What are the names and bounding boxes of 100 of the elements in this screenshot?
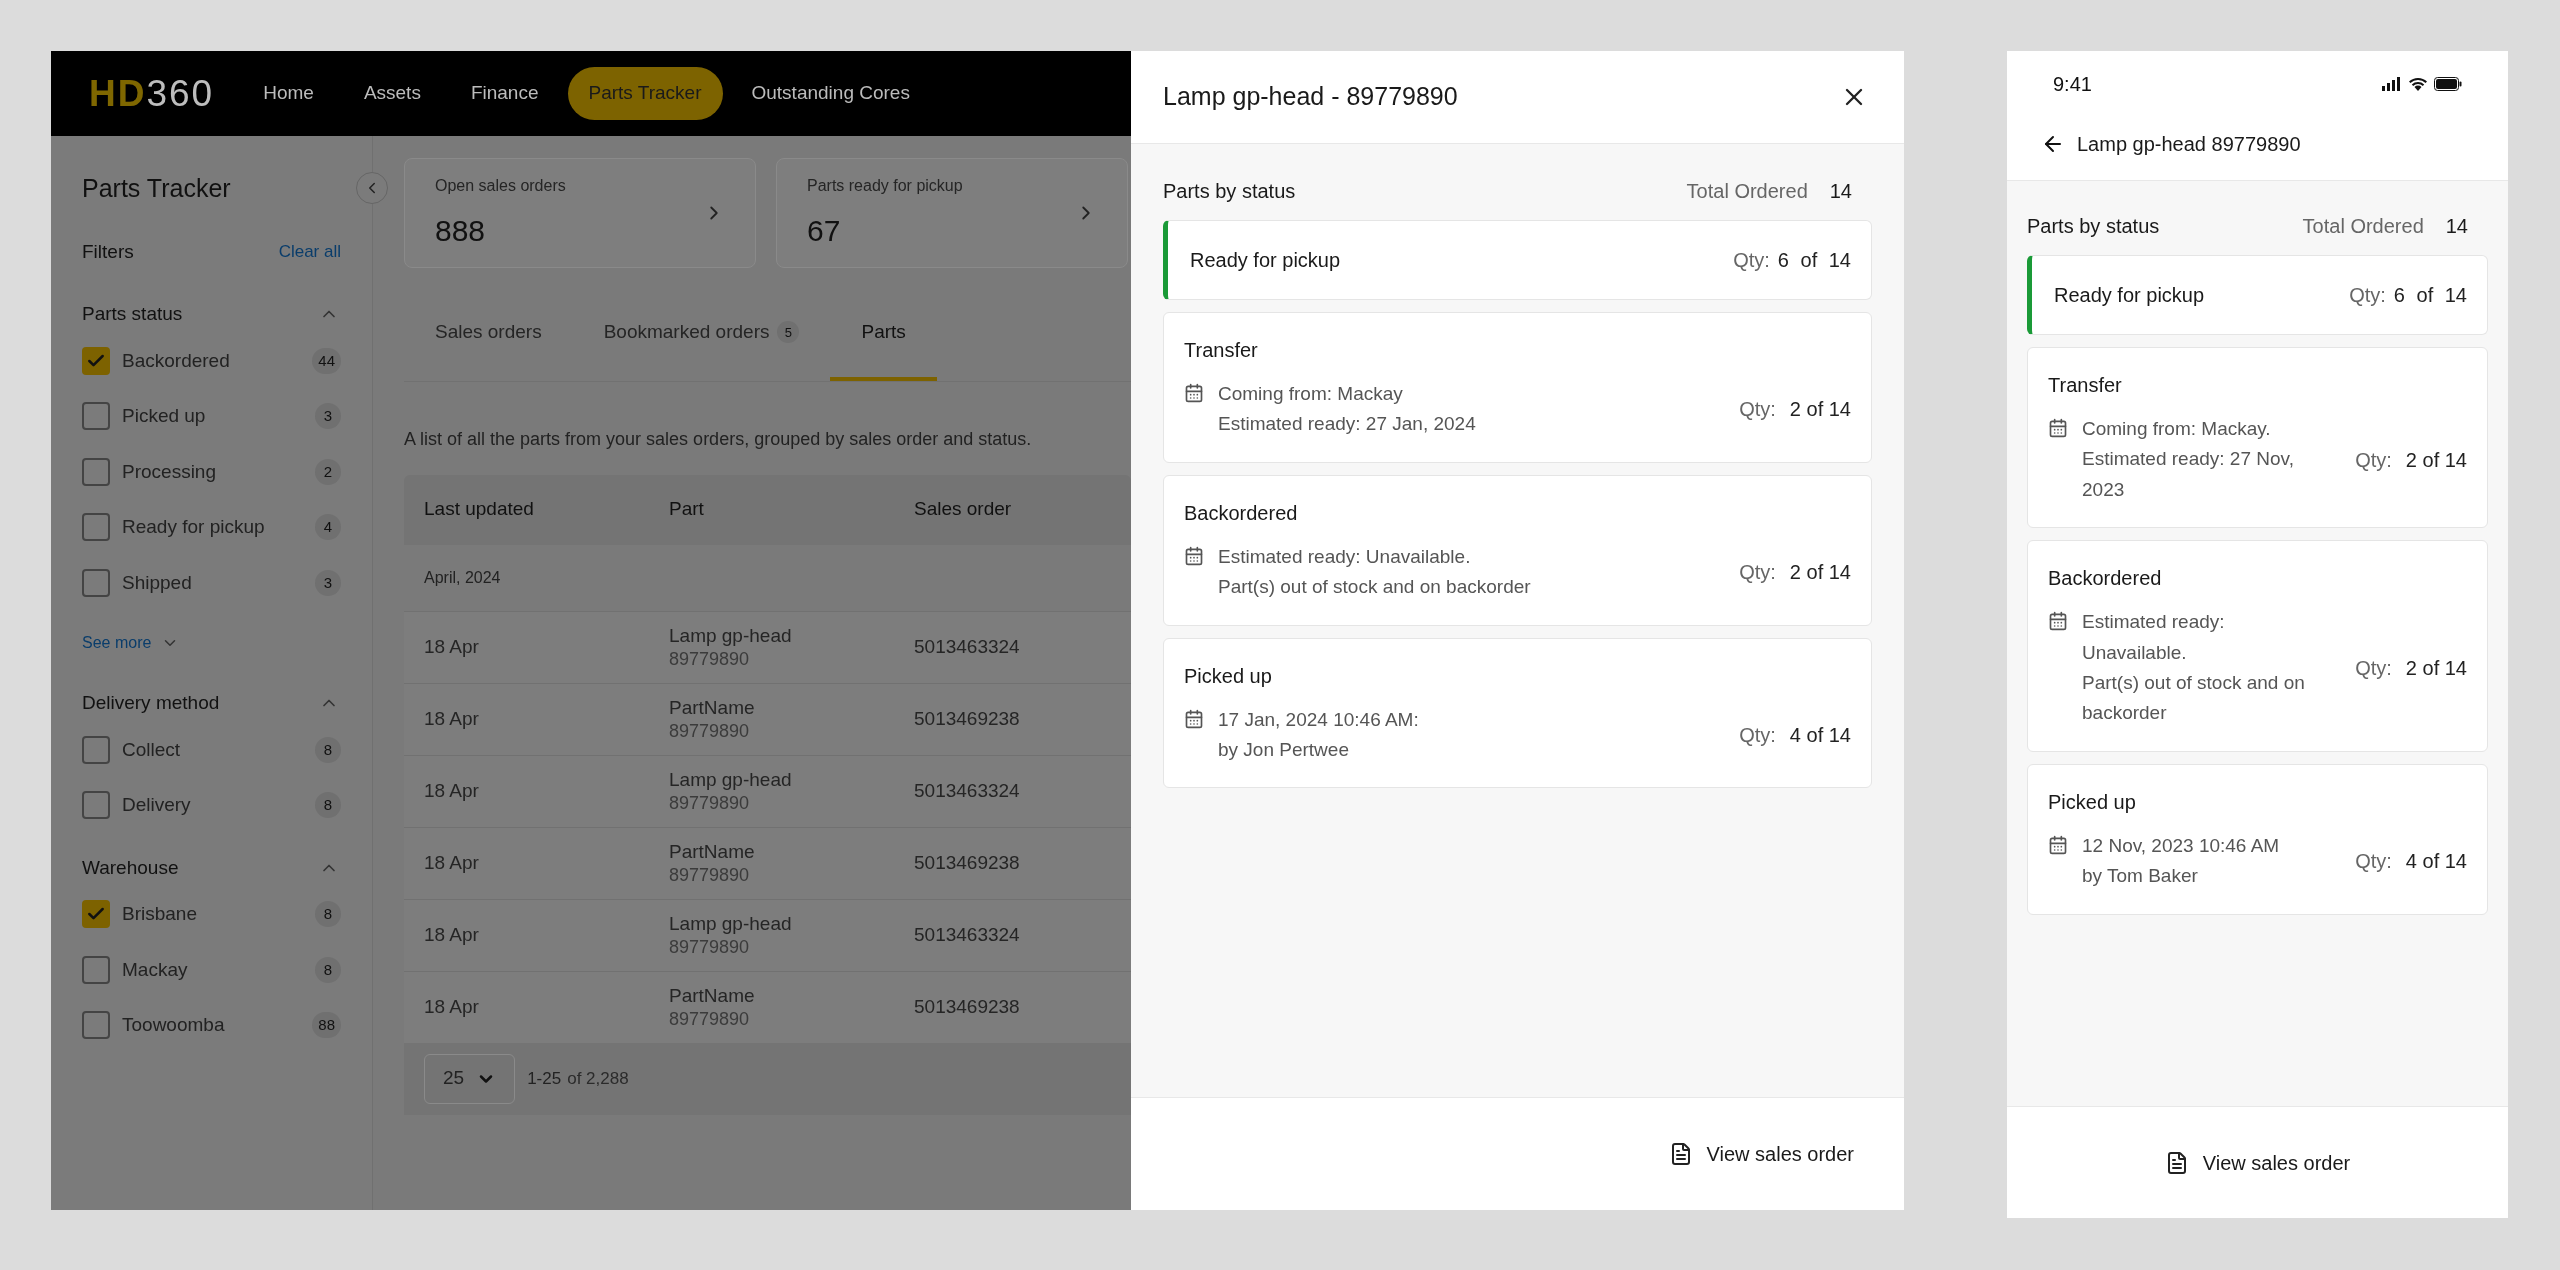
count-badge: 2 bbox=[315, 458, 341, 485]
see-more-link[interactable]: See more bbox=[82, 631, 180, 655]
status-detail-text: Estimated ready: 27 Nov, 2023 bbox=[2082, 447, 2295, 502]
status-title: Transfer bbox=[2048, 373, 2123, 398]
status-title: Backordered bbox=[1184, 500, 1299, 526]
nav-item[interactable]: Parts Tracker bbox=[567, 67, 723, 120]
pagination-range: 1-25 bbox=[527, 1067, 562, 1090]
checkbox[interactable] bbox=[82, 402, 110, 431]
filter-option-label[interactable]: Collect bbox=[122, 735, 303, 764]
checkbox[interactable] bbox=[82, 346, 110, 375]
qty-label: Qty: bbox=[1739, 560, 1776, 586]
count-badge: 8 bbox=[315, 736, 341, 763]
tab[interactable]: Parts bbox=[830, 318, 937, 381]
count-badge: 5 bbox=[777, 321, 800, 344]
count-badge: 8 bbox=[315, 792, 341, 819]
part-number: 89779890 bbox=[669, 719, 751, 743]
status-detail-text: Estimated ready: Unavailable. bbox=[2082, 610, 2226, 665]
sidebar-title: Parts Tracker bbox=[82, 173, 232, 204]
qty-value: 2 of 14 bbox=[1789, 560, 1851, 586]
table-cell-text: 18 Apr bbox=[424, 922, 480, 947]
logo: HD360 bbox=[89, 71, 215, 116]
clear-all-link[interactable]: Clear all bbox=[278, 239, 341, 265]
battery-icon bbox=[2434, 77, 2462, 91]
checkbox[interactable] bbox=[82, 568, 110, 597]
nav-item[interactable]: Assets bbox=[342, 67, 442, 120]
status-detail-text: Coming from: Mackay bbox=[1218, 382, 1404, 406]
qty-label: Qty: bbox=[1733, 248, 1770, 273]
table-cell-text: 5013463324 bbox=[914, 922, 1021, 947]
summary-card[interactable]: Parts ready for pickup 67 bbox=[776, 158, 1128, 268]
nav-item[interactable]: Finance bbox=[449, 67, 560, 120]
filter-option-label[interactable]: Shipped bbox=[122, 568, 303, 597]
checkbox[interactable] bbox=[82, 900, 110, 929]
section-title: Parts by status bbox=[1163, 179, 1296, 204]
status-detail-text: Estimated ready: Unavailable. bbox=[1218, 544, 1472, 569]
part-name: PartName bbox=[669, 695, 756, 720]
column-header: Sales order bbox=[914, 497, 1013, 522]
filter-group-title: Parts status bbox=[82, 302, 183, 326]
filter-option-label[interactable]: Backordered bbox=[122, 346, 301, 375]
collapse-sidebar-button[interactable] bbox=[356, 172, 388, 204]
part-name: Lamp gp-head bbox=[669, 911, 793, 936]
status-detail-text: Part(s) out of stock and on backorder bbox=[2082, 670, 2306, 726]
calendar-icon bbox=[1184, 545, 1204, 566]
checkbox[interactable] bbox=[82, 955, 110, 984]
part-number: 89779890 bbox=[669, 863, 751, 887]
filter-option-label[interactable]: Toowoomba bbox=[122, 1011, 301, 1040]
view-sales-order-button[interactable]: View sales order bbox=[1668, 1139, 1854, 1169]
nav-item[interactable]: Home bbox=[242, 67, 335, 120]
total-ordered-label: Total Ordered bbox=[2302, 214, 2424, 239]
qty-value: 2 of 14 bbox=[1789, 397, 1851, 423]
total-ordered-label: Total Ordered bbox=[1686, 179, 1808, 204]
checkbox[interactable] bbox=[82, 513, 110, 542]
calendar-icon bbox=[2048, 611, 2068, 632]
status-title: Transfer bbox=[1184, 338, 1259, 363]
checkbox[interactable] bbox=[82, 791, 110, 820]
filter-option-label[interactable]: Brisbane bbox=[122, 900, 303, 929]
filters-label: Filters bbox=[82, 239, 134, 264]
filter-option-label[interactable]: Mackay bbox=[122, 955, 303, 984]
summary-card[interactable]: Open sales orders 888 bbox=[404, 158, 756, 268]
table-cell-text: 5013469238 bbox=[914, 994, 1021, 1019]
filter-option-label[interactable]: Processing bbox=[122, 457, 303, 486]
calendar-icon bbox=[1184, 383, 1204, 403]
drawer-title: Lamp gp-head - 89779890 bbox=[1163, 81, 1458, 113]
tab[interactable]: Sales orders bbox=[404, 318, 573, 381]
count-badge: 4 bbox=[315, 514, 341, 541]
column-header: Last updated bbox=[424, 497, 535, 522]
total-ordered-value: 14 bbox=[1829, 179, 1852, 204]
tab[interactable]: Bookmarked orders 5 bbox=[572, 318, 831, 381]
part-number: 89779890 bbox=[669, 1007, 751, 1031]
pagination-total: of 2,288 bbox=[567, 1067, 629, 1090]
page-size-select[interactable]: 25 bbox=[424, 1053, 516, 1104]
count-badge: 3 bbox=[315, 403, 341, 430]
table-cell-text: 18 Apr bbox=[424, 850, 480, 875]
filter-option-label[interactable]: Ready for pickup bbox=[122, 513, 303, 542]
qty-label: Qty: bbox=[2355, 655, 2392, 681]
count-badge: 88 bbox=[312, 1012, 341, 1039]
qty-label: Qty: bbox=[2355, 849, 2392, 875]
part-name: PartName bbox=[669, 983, 756, 1008]
part-name: Lamp gp-head bbox=[669, 767, 793, 792]
status-detail-text: by Jon Pertwee bbox=[1218, 737, 1350, 762]
view-sales-order-button[interactable]: View sales order bbox=[2164, 1147, 2351, 1178]
checkbox[interactable] bbox=[82, 1011, 110, 1040]
checkbox[interactable] bbox=[82, 457, 110, 486]
status-title: Ready for pickup bbox=[2054, 283, 2205, 308]
table-cell-text: 5013469238 bbox=[914, 850, 1021, 875]
part-number: 89779890 bbox=[669, 935, 751, 959]
filter-option-label[interactable]: Delivery bbox=[122, 791, 303, 820]
qty-value: 2 of 14 bbox=[2405, 447, 2467, 473]
checkbox[interactable] bbox=[82, 735, 110, 764]
nav-item[interactable]: Outstanding Cores bbox=[730, 67, 931, 120]
group-label: April, 2024 bbox=[424, 567, 501, 588]
status-title: Ready for pickup bbox=[1190, 248, 1341, 273]
part-number: 89779890 bbox=[669, 647, 751, 671]
status-title: Backordered bbox=[2048, 566, 2163, 592]
status-detail-text: 12 Nov, 2023 10:46 AM bbox=[2082, 833, 2281, 858]
screen-title: Lamp gp-head 89779890 bbox=[2077, 131, 2301, 157]
filter-option-label[interactable]: Picked up bbox=[122, 402, 303, 431]
status-title: Picked up bbox=[2048, 789, 2137, 815]
count-badge: 44 bbox=[312, 347, 341, 374]
count-badge: 8 bbox=[315, 956, 341, 983]
qty-value: 6 of 14 bbox=[1777, 248, 1851, 273]
